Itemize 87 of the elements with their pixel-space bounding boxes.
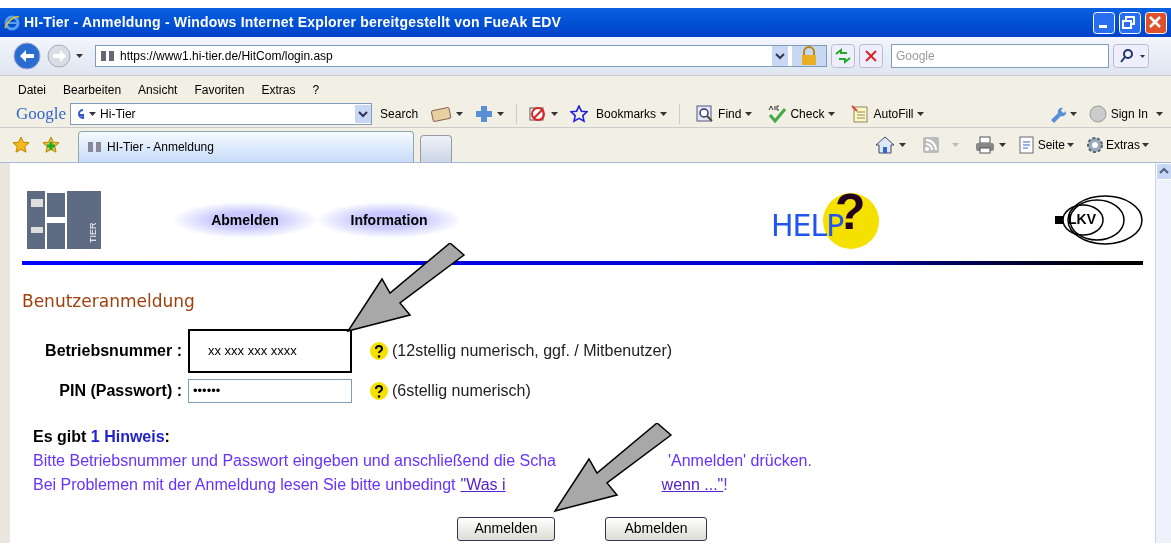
window-title: HI-Tier - Anmeldung - Windows Internet Explorer bereitgestellt von FueAk EDV [24,13,562,32]
page-heading: Benutzeranmeldung [22,290,196,313]
home-icon[interactable] [874,136,895,154]
lock-icon [792,46,826,66]
magnifier-icon[interactable] [696,105,715,123]
input-field[interactable]: xx xxx xxx xxxx [188,328,352,373]
dropdown-icon[interactable] [355,105,372,123]
caret-icon[interactable] [998,143,1006,147]
google-search-field[interactable]: Hi-Tier [70,103,373,125]
search-icon[interactable] [1113,44,1149,68]
help-link[interactable]: wenn ..." [661,472,724,497]
site-favicon-icon [100,50,116,62]
help-link[interactable]: "Was i [460,472,506,497]
toolbar-button[interactable]: Seite [1037,136,1065,154]
caret-icon[interactable] [1069,112,1077,116]
caret-icon[interactable] [917,112,925,116]
caret-icon[interactable] [497,112,505,116]
feed-icon [921,136,940,154]
user-circle-icon [1088,105,1107,123]
nav-link[interactable]: Abmelden [173,202,317,238]
form-button[interactable]: Abmelden [605,516,707,541]
address-field[interactable]: https://www1.hi-tier.de/HitCom/login.asp [95,45,827,67]
logo-text: TIER [87,222,99,243]
restore-button[interactable] [1119,11,1141,34]
caret-icon[interactable] [660,112,668,116]
notice-text: Bei Problemen mit der Anmeldung lesen Sie bitte unbedingt [33,474,456,495]
scrollbar[interactable] [1155,163,1171,543]
field-label: Betriebsnummer : [44,340,183,361]
favorites-star-icon[interactable] [12,136,30,154]
caret-icon[interactable] [898,143,906,147]
browser-tab[interactable]: HI-Tier - Anmeldung [78,131,414,162]
star-outline-icon[interactable] [570,105,589,123]
caret-icon[interactable] [828,112,836,116]
stop-icon[interactable] [859,44,883,68]
notice-text: ! [723,474,728,495]
spellcheck-icon[interactable] [768,105,787,123]
hint-text: (12stellig numerisch, ggf. / Mitbenutzer) [392,340,673,361]
menu-item[interactable]: Datei [18,81,46,99]
help-icon[interactable] [370,381,388,400]
caret-icon[interactable] [745,112,753,116]
back-button-icon[interactable] [12,41,42,71]
form-button[interactable]: Anmelden [457,516,555,541]
toolbar-button[interactable]: AutoFill [873,105,914,123]
sign-in-button[interactable]: Sign In [1110,105,1148,123]
refresh-icon[interactable] [831,44,855,68]
menu-item[interactable]: ? [312,81,320,99]
menu-item[interactable]: Ansicht [138,81,178,99]
notice-heading: Es gibt 1 Hinweis: [33,426,171,447]
printer-icon[interactable] [974,136,995,154]
ellipses-icon [1055,195,1143,245]
close-button[interactable] [1145,11,1167,34]
toolbar-button[interactable]: Check [790,105,825,123]
menu-item[interactable]: Bearbeiten [63,81,122,99]
caret-icon[interactable] [1156,112,1163,116]
search-button[interactable]: Search [380,105,419,123]
ie-logo-icon [4,14,20,31]
menu-item[interactable]: Extras [261,81,296,99]
popup-blocked-icon[interactable] [529,105,548,123]
input-field[interactable]: •••••• [188,378,352,403]
add-favorite-icon[interactable] [42,136,60,154]
dropdown-icon[interactable] [772,46,788,66]
caret-icon[interactable] [456,112,464,116]
minimize-button[interactable] [1093,11,1115,34]
url-text: https://www1.hi-tier.de/HitCom/login.asp [120,48,334,65]
toolbar-button[interactable]: Extras [1106,136,1140,154]
gear-icon[interactable] [1086,136,1104,154]
caret-icon[interactable] [76,54,83,58]
search-field[interactable]: Google [891,44,1109,68]
site-favicon-icon [87,141,103,153]
toolbar-button[interactable]: Bookmarks [596,105,657,123]
caret-icon[interactable] [1142,143,1149,147]
g-icon [75,107,86,121]
notice-text: Bitte Betriebsnummer und Passwort eingeben und anschließend die Scha [33,450,556,471]
nav-link[interactable]: Information [317,202,461,238]
menu-item[interactable]: Favoriten [194,81,245,99]
caret-icon[interactable] [551,112,559,116]
help-icon[interactable] [370,341,388,360]
notepad-icon[interactable] [851,105,870,123]
caret-icon [951,143,959,147]
notice-text: 'Anmelden' drücken. [668,450,812,471]
caret-icon[interactable] [1067,143,1074,147]
google-logo: Google [16,103,67,126]
scroll-up-icon[interactable] [1155,163,1171,180]
hint-text: (6stellig numerisch) [392,380,531,401]
caret-icon[interactable] [89,112,97,116]
field-label: PIN (Passwort) : [58,380,183,401]
toolbar-button[interactable]: Find [718,105,742,123]
